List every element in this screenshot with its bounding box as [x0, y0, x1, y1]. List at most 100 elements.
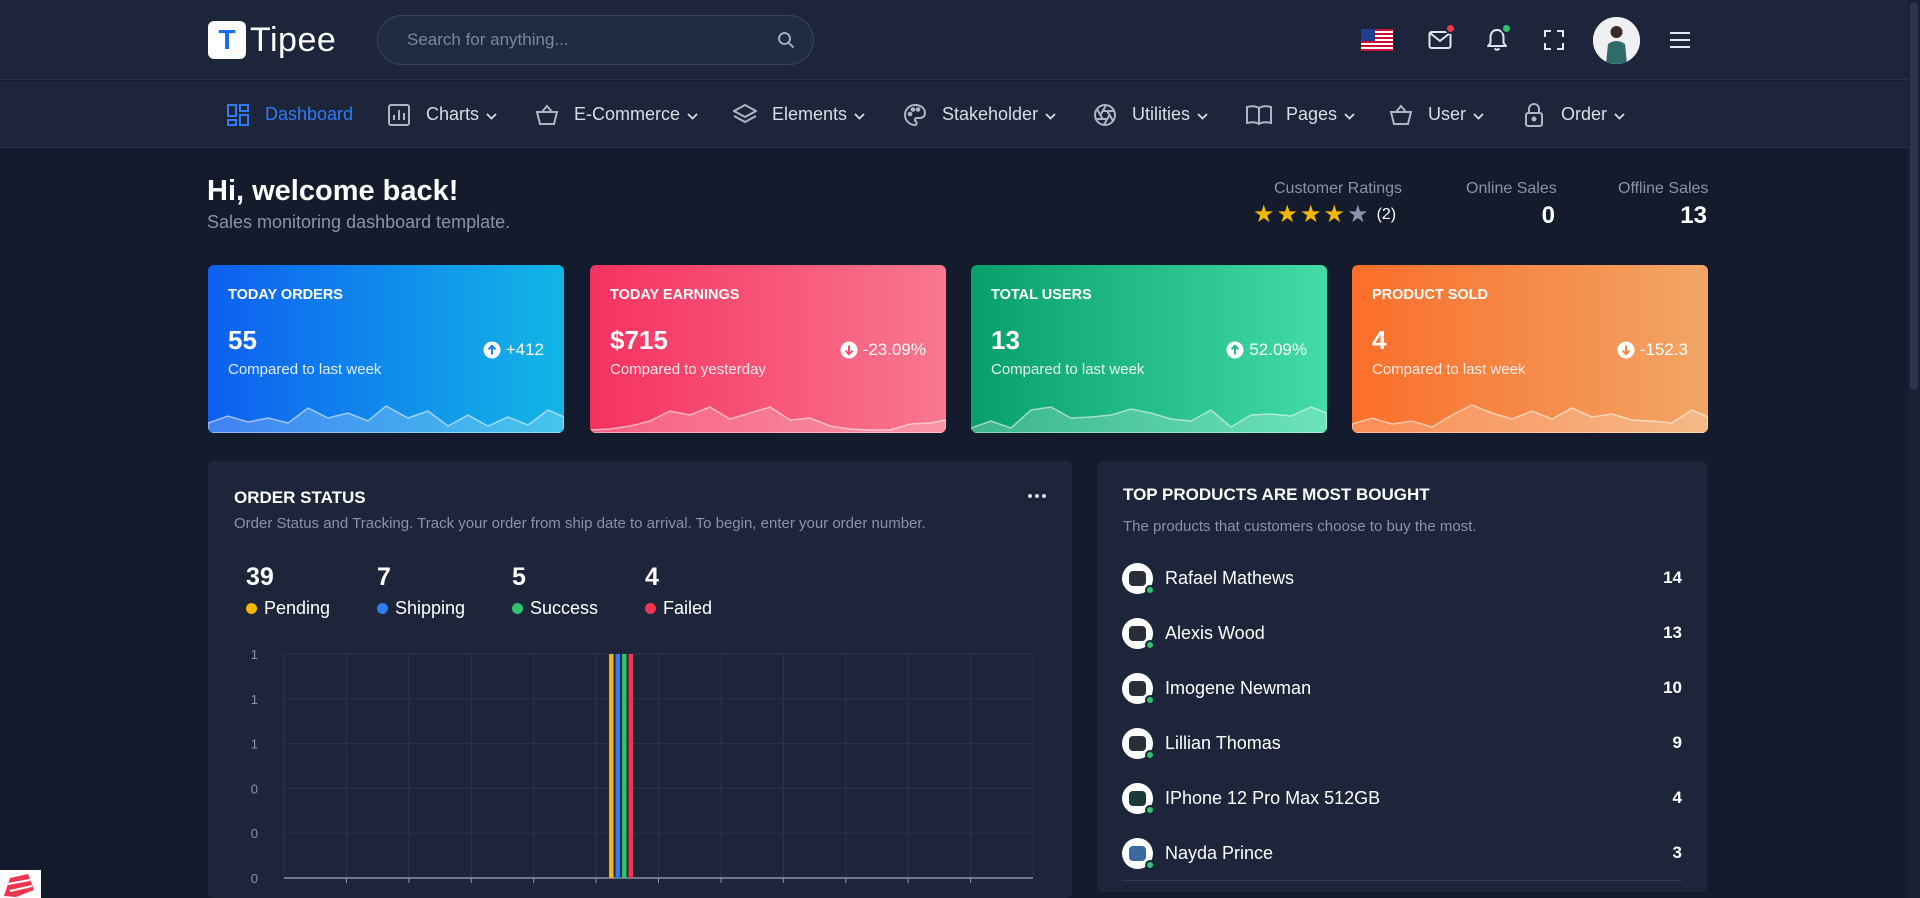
product-avatar: [1122, 837, 1155, 870]
y-tick-label: 1: [251, 692, 258, 707]
product-qty: 10: [1663, 678, 1682, 697]
chevron-down-icon: [1344, 104, 1355, 125]
nav-item-utilities[interactable]: Utilities: [1092, 81, 1208, 148]
card-today-orders[interactable]: TODAY ORDERS 55 Compared to last week +4…: [208, 265, 564, 433]
user-avatar[interactable]: [1593, 17, 1640, 64]
star-icon: ★: [1323, 201, 1346, 228]
card-value: 55: [228, 325, 257, 355]
nav-item-charts[interactable]: Charts: [386, 81, 497, 148]
arrow-down-circle-icon: [840, 341, 858, 359]
chevron-down-icon: [854, 104, 865, 125]
card-sparkline: [590, 406, 946, 433]
list-item[interactable]: Imogene Newman 10: [1122, 668, 1682, 708]
scrollbar-thumb[interactable]: [1910, 2, 1918, 390]
order-status-title: ORDER STATUS: [234, 488, 366, 507]
online-status-dot: [1145, 639, 1155, 650]
nav-label: Charts: [426, 104, 480, 124]
card-title: TOTAL USERS: [991, 287, 1092, 303]
layers-icon: [732, 102, 758, 128]
y-tick-label: 0: [251, 871, 258, 886]
offline-sales-label: Offline Sales: [1618, 180, 1709, 197]
card-change: 52.09%: [1226, 340, 1307, 360]
y-tick-label: 1: [251, 647, 258, 662]
corner-widget[interactable]: [0, 870, 41, 898]
logo-mark: T: [208, 21, 246, 59]
list-item[interactable]: IPhone 12 Pro Max 512GB 4: [1122, 778, 1682, 818]
bell-icon[interactable]: [1479, 22, 1515, 58]
arrow-down-circle-icon: [1617, 341, 1635, 359]
customer-ratings-label: Customer Ratings: [1274, 180, 1403, 197]
status-count-shipping: 7: [377, 563, 391, 591]
nav-item-stakeholder[interactable]: Stakeholder: [902, 81, 1056, 148]
product-avatar: [1122, 562, 1155, 595]
arrow-up-circle-icon: [483, 341, 501, 359]
list-item[interactable]: Alexis Wood 13: [1122, 613, 1682, 653]
nav-item-elements[interactable]: Elements: [732, 81, 865, 148]
page-subtitle: Sales monitoring dashboard template.: [207, 212, 511, 232]
status-label: Failed: [663, 598, 713, 618]
product-qty: 3: [1672, 843, 1682, 862]
menu-icon[interactable]: [1662, 22, 1698, 58]
card-title: TODAY EARNINGS: [610, 287, 740, 303]
search-icon[interactable]: [777, 31, 795, 49]
card-change-value: -152.3: [1639, 340, 1688, 359]
card-subtitle: Compared to last week: [228, 361, 382, 378]
top-header: T Tipee: [0, 0, 1920, 80]
mail-icon[interactable]: [1422, 22, 1458, 58]
chevron-down-icon: [1045, 104, 1056, 125]
aperture-icon: [1092, 102, 1118, 128]
us-flag-icon[interactable]: [1359, 22, 1395, 58]
star-empty-icon: ★: [1347, 201, 1369, 228]
offline-sales-value: 13: [1680, 202, 1707, 229]
online-sales-label: Online Sales: [1466, 180, 1557, 197]
fullscreen-icon[interactable]: [1536, 22, 1572, 58]
nav-item-user[interactable]: User: [1388, 81, 1484, 148]
online-sales-value: 0: [1541, 202, 1555, 229]
chevron-down-icon: [1473, 104, 1484, 125]
nav-label: Elements: [772, 104, 848, 124]
product-qty: 9: [1672, 733, 1682, 752]
star-icon: ★: [1276, 201, 1299, 228]
top-products-subtitle: The products that customers choose to bu…: [1123, 518, 1477, 535]
list-item[interactable]: Lillian Thomas 9: [1122, 723, 1682, 763]
legend-dot: [246, 603, 257, 614]
legend-dot: [512, 603, 523, 614]
more-options-icon[interactable]: [1028, 490, 1046, 502]
order-status-subtitle: Order Status and Tracking. Track your or…: [234, 515, 926, 532]
palette-icon: [902, 102, 928, 128]
card-today-earnings[interactable]: TODAY EARNINGS $715 Compared to yesterda…: [590, 265, 946, 433]
order-status-chart: 1 1 1 0 0 0: [251, 647, 1034, 886]
status-label-pending: Pending: [246, 598, 330, 619]
card-product-sold[interactable]: PRODUCT SOLD 4 Compared to last week -15…: [1352, 265, 1708, 433]
page-title: Hi, welcome back!: [207, 175, 459, 207]
page-scrollbar[interactable]: [1908, 0, 1920, 898]
nav-item-order[interactable]: Order: [1521, 81, 1625, 148]
card-value: 4: [1372, 325, 1387, 355]
widget-icon: [0, 870, 41, 898]
status-label: Success: [530, 598, 599, 618]
card-title: PRODUCT SOLD: [1372, 287, 1488, 303]
lock-icon: [1521, 102, 1547, 128]
card-total-users[interactable]: TOTAL USERS 13 Compared to last week 52.…: [971, 265, 1327, 433]
status-label: Shipping: [395, 598, 466, 618]
nav-item-pages[interactable]: Pages: [1246, 81, 1355, 148]
nav-item-dashboard[interactable]: Dashboard: [225, 81, 353, 148]
chevron-down-icon: [687, 104, 698, 125]
product-qty: 13: [1663, 623, 1682, 642]
nav-label: Pages: [1286, 104, 1338, 124]
nav-label: Order: [1561, 104, 1608, 124]
bar-failed: [628, 654, 634, 878]
card-change-value: -23.09%: [862, 340, 926, 359]
list-item[interactable]: Rafael Mathews 14: [1122, 558, 1682, 598]
basket-icon: [1388, 102, 1414, 128]
product-name: Alexis Wood: [1165, 622, 1265, 643]
logo[interactable]: T Tipee: [208, 20, 336, 60]
bar-success: [622, 654, 627, 878]
nav-item-ecommerce[interactable]: E-Commerce: [534, 81, 698, 148]
search-input[interactable]: [407, 30, 777, 50]
mail-notification-dot: [1445, 23, 1456, 34]
product-name: IPhone 12 Pro Max 512GB: [1165, 787, 1381, 808]
list-item[interactable]: Nayda Prince 3: [1122, 833, 1682, 873]
legend-dot: [645, 603, 656, 614]
card-subtitle: Compared to last week: [1372, 361, 1526, 378]
